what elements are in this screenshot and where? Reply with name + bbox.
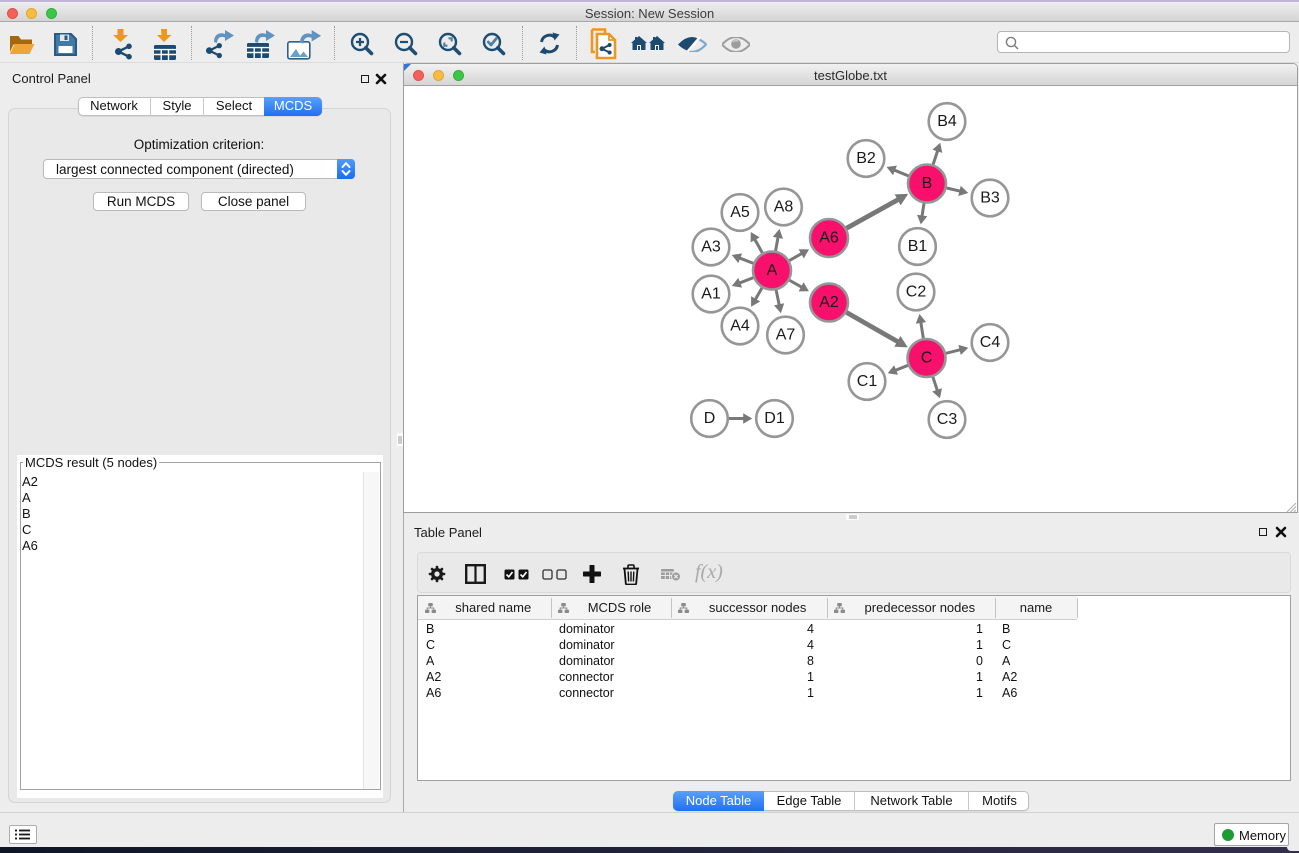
svg-text:A7: A7 [776, 327, 796, 344]
svg-text:A: A [767, 262, 778, 279]
svg-text:C4: C4 [980, 334, 1001, 351]
svg-text:A6: A6 [819, 230, 839, 247]
svg-text:C1: C1 [857, 373, 878, 390]
svg-text:B: B [922, 175, 933, 192]
svg-text:B1: B1 [908, 238, 928, 255]
svg-text:D: D [704, 410, 716, 427]
svg-text:A5: A5 [730, 204, 750, 221]
svg-text:A8: A8 [774, 199, 794, 216]
svg-text:A3: A3 [701, 239, 721, 256]
svg-text:B2: B2 [856, 150, 876, 167]
svg-text:B4: B4 [937, 113, 957, 130]
svg-text:B3: B3 [980, 190, 1000, 207]
svg-text:A1: A1 [701, 286, 721, 303]
svg-text:A4: A4 [730, 318, 750, 335]
svg-text:C3: C3 [937, 411, 958, 428]
svg-text:C: C [921, 350, 933, 367]
svg-text:D1: D1 [764, 410, 785, 427]
svg-text:C2: C2 [906, 284, 927, 301]
svg-text:A2: A2 [819, 294, 839, 311]
